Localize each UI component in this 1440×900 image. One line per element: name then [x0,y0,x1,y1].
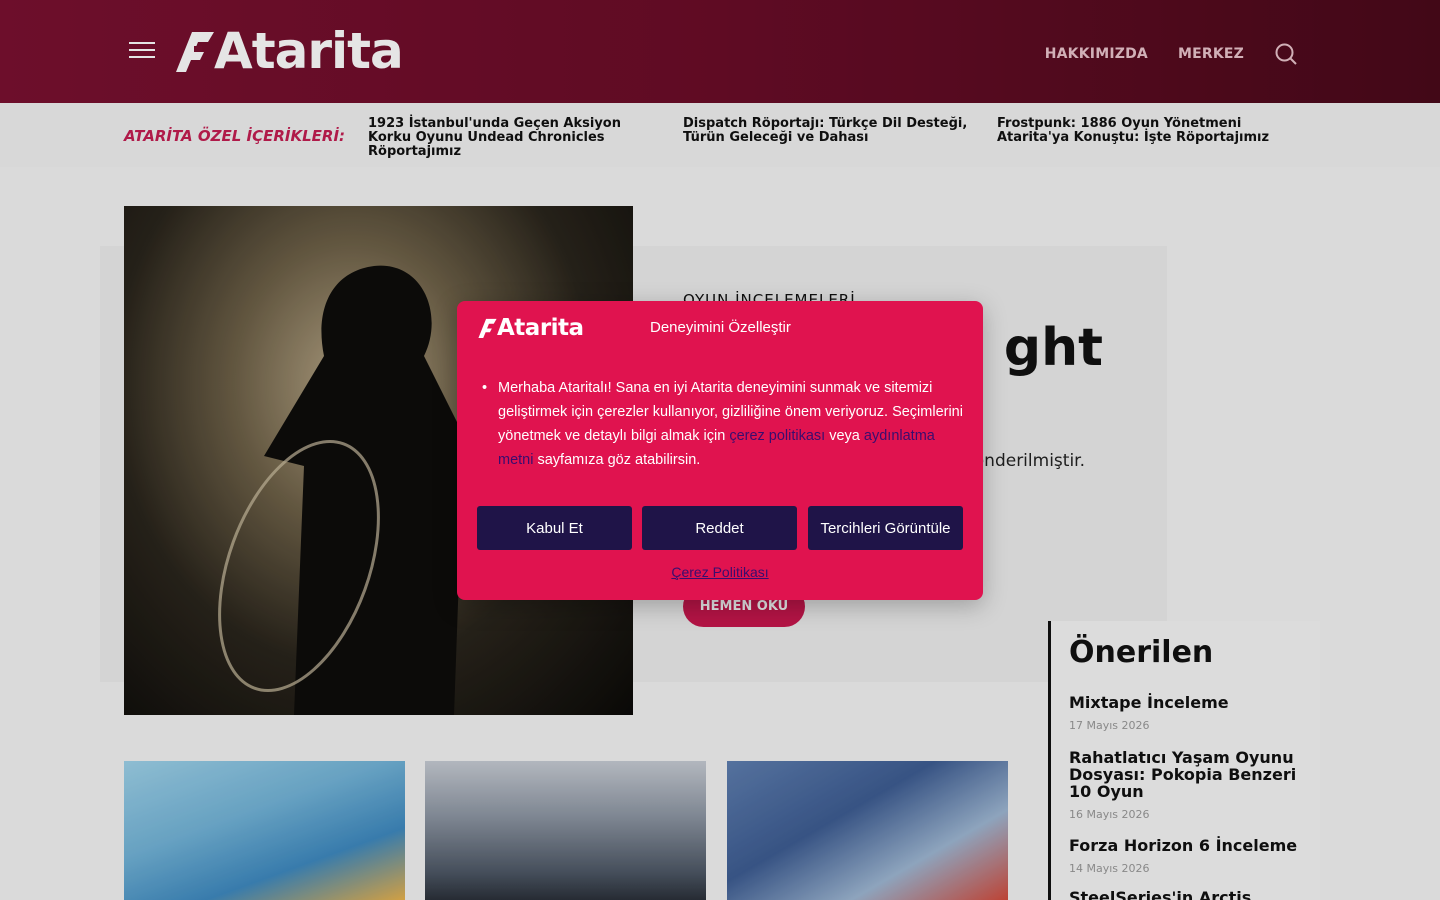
view-preferences-button[interactable]: Tercihleri Görüntüle [808,506,963,550]
modal-logo-mark-icon [478,318,497,339]
modal-text-2: veya [825,428,864,444]
bullet: • [482,380,488,396]
modal-title: Deneyimini Özelleştir [650,319,791,336]
modal-logo: Atarita [477,315,584,341]
cookie-policy-link[interactable]: çerez politikası [729,428,825,444]
cookie-policy-footer-link[interactable]: Çerez Politikası [478,564,962,580]
modal-message: • Merhaba Ataritalı! Sana en iyi Atarita… [482,376,963,472]
modal-text-3: sayfamıza göz atabilirsin. [533,452,701,468]
accept-button[interactable]: Kabul Et [477,506,632,550]
cookie-consent-modal: Atarita Deneyimini Özelleştir • Merhaba … [457,301,983,600]
reject-button[interactable]: Reddet [642,506,797,550]
modal-logo-text: Atarita [497,315,584,341]
